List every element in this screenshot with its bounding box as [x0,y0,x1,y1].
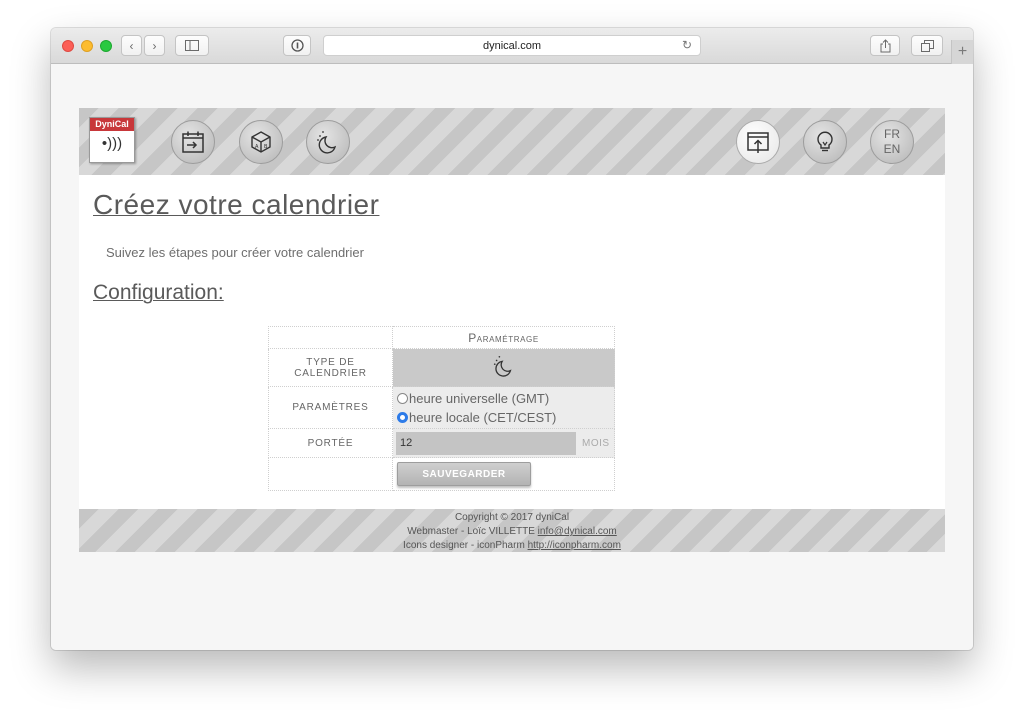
tabs-overview-button[interactable] [911,35,943,56]
webmaster-line: Webmaster - Loïc VILLETTE info@dynical.c… [79,525,945,539]
configuration-heading: Configuration: [93,281,224,304]
settings-table: Paramétrage type de calendrier paramètre… [268,326,615,491]
close-window-button[interactable] [62,40,74,52]
privacy-report-button[interactable] [283,35,311,56]
tabs-icon [920,39,934,52]
page-title: Créez votre calendrier [93,189,380,220]
site-footer: Copyright © 2017 dyniCal Webmaster - Loï… [79,509,945,552]
lang-en[interactable]: EN [884,142,901,157]
chevron-right-icon: › [152,38,157,53]
settings-table-header: Paramétrage [392,326,615,349]
page-subtitle: Suivez les étapes pour créer votre calen… [106,245,364,260]
sidebar-icon [185,40,199,51]
chevron-left-icon: ‹ [129,38,134,53]
copyright-text: Copyright © 2017 dyniCal [454,512,570,523]
range-label: portée [268,428,393,458]
browser-toolbar: ‹ › dynical.com ↻ + [51,28,973,64]
lightbulb-icon [817,131,833,152]
radio-gmt[interactable] [397,392,408,404]
import-calendar-button[interactable] [171,120,215,164]
calendar-import-icon [182,131,204,153]
tips-button[interactable] [803,120,847,164]
calendar-type-cell[interactable] [392,348,615,387]
timezone-options: heure universelle (GMT) heure locale (CE… [392,386,615,429]
night-mode-button[interactable] [306,120,350,164]
share-button[interactable] [870,35,900,56]
share-icon [880,38,890,52]
range-cell: 12 mois [392,428,615,458]
parameters-label: paramètres [268,386,393,429]
site-header: DyniCal •))) AB FR EN [79,108,945,175]
upload-window-icon [747,132,769,153]
url-text: dynical.com [482,39,542,52]
minimize-window-button[interactable] [81,40,93,52]
radio-option-gmt[interactable]: heure universelle (GMT) [397,389,614,408]
new-tab-button[interactable]: + [951,40,973,64]
address-bar[interactable]: dynical.com ↻ [323,35,701,56]
range-input[interactable]: 12 [396,431,576,455]
zoom-window-button[interactable] [100,40,112,52]
logo-text: DyniCal [90,118,134,131]
lang-fr[interactable]: FR [884,127,900,142]
calendar-type-label: type de calendrier [268,348,393,387]
page: DyniCal •))) AB FR EN Créez votre calend… [79,108,945,552]
icons-designer-text: Icons designer - iconPharm [403,540,528,551]
save-button[interactable]: SAUVEGARDER [397,462,531,486]
cube-letters-icon: AB [251,131,271,153]
shield-info-icon [290,39,304,52]
back-button[interactable]: ‹ [121,35,142,56]
range-unit: mois [582,437,610,449]
web-content: DyniCal •))) AB FR EN Créez votre calend… [51,65,973,650]
svg-text:A: A [255,144,259,150]
export-button[interactable] [736,120,780,164]
cube-button[interactable]: AB [239,120,283,164]
moon-icon [493,355,511,377]
forward-button[interactable]: › [144,35,165,56]
radio-local[interactable] [397,411,408,423]
logo-symbol: •))) [101,135,123,152]
webmaster-text: Webmaster - Loïc VILLETTE [407,526,538,537]
radio-option-local[interactable]: heure locale (CET/CEST) [397,408,614,427]
svg-text:B: B [264,144,268,150]
icons-designer-line: Icons designer - iconPharm http://iconph… [79,539,945,553]
iconpharm-link[interactable]: http://iconpharm.com [528,540,621,551]
reload-icon[interactable]: ↻ [682,38,692,52]
webmaster-email-link[interactable]: info@dynical.com [538,526,617,537]
radio-gmt-label: heure universelle (GMT) [409,390,550,406]
language-switch[interactable]: FR EN [870,120,914,164]
site-logo[interactable]: DyniCal •))) [89,117,135,163]
browser-window: ‹ › dynical.com ↻ + DyniCal •))) A B FR … [51,28,973,650]
moon-icon [317,131,337,154]
radio-local-label: heure locale (CET/CEST) [409,409,557,425]
sidebar-button[interactable] [175,35,209,56]
